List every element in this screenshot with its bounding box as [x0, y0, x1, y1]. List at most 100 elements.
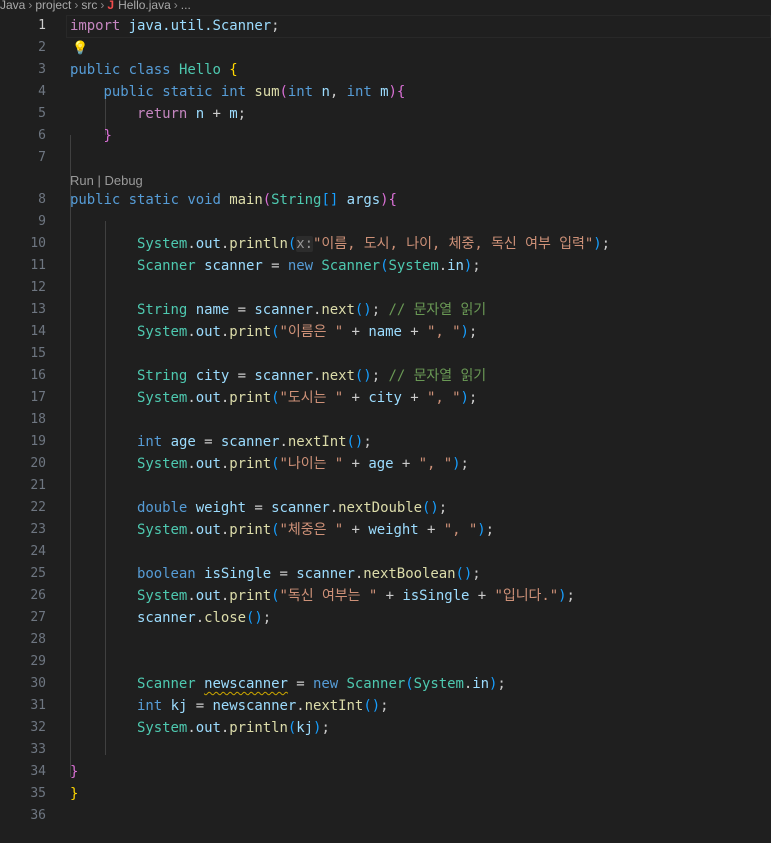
- code-token: public: [70, 62, 121, 78]
- line-number: 2: [38, 40, 46, 55]
- code-line: 32 System.out.println(kj);: [0, 717, 771, 739]
- breadcrumb-src[interactable]: src: [81, 0, 97, 11]
- code-token: in: [472, 676, 490, 692]
- code-token: System: [137, 236, 188, 252]
- inlay-hint: x:: [296, 236, 314, 252]
- code-line: 36: [0, 805, 771, 827]
- lightbulb-icon[interactable]: 💡: [72, 41, 88, 56]
- code-token: int: [137, 434, 163, 450]
- code-line: 35 }: [0, 783, 771, 805]
- code-token: next: [321, 302, 355, 318]
- line-number: 27: [30, 610, 46, 625]
- code-line: 16 String city = scanner.next(); // 문자열 …: [0, 365, 771, 387]
- code-token: scanner: [296, 566, 355, 582]
- code-token: System: [137, 522, 188, 538]
- debug-codelens[interactable]: Debug: [104, 173, 142, 188]
- breadcrumb-java[interactable]: Java: [0, 0, 25, 11]
- code-token: weight: [368, 522, 419, 538]
- code-token: public: [70, 192, 121, 208]
- code-token: m: [229, 106, 238, 122]
- warning-squiggle[interactable]: newscanner: [204, 676, 288, 692]
- line-number: 25: [30, 566, 46, 581]
- code-line: 27 scanner.close();: [0, 607, 771, 629]
- code-comment: // 문자열 읽기: [388, 302, 487, 318]
- code-editor[interactable]: 1 import java.util.Scanner; 2 💡 3 public…: [0, 15, 771, 827]
- breadcrumb-more[interactable]: ...: [181, 0, 191, 11]
- code-token: Scanner: [137, 676, 196, 692]
- code-token: next: [321, 368, 355, 384]
- line-number: 34: [30, 764, 46, 779]
- code-token: print: [229, 324, 272, 340]
- code-token: scanner: [271, 500, 330, 516]
- code-token: "도시는 ": [279, 390, 344, 406]
- code-token: Hello: [178, 62, 221, 78]
- code-token: System: [137, 588, 188, 604]
- code-token: String: [271, 192, 322, 208]
- code-token: ", ": [418, 456, 453, 472]
- line-number: 1: [38, 18, 46, 33]
- line-number: 8: [38, 192, 46, 207]
- code-token: static: [162, 84, 213, 100]
- line-number: 16: [30, 368, 46, 383]
- code-token: static: [128, 192, 179, 208]
- code-line: 15: [0, 343, 771, 365]
- line-number: 31: [30, 698, 46, 713]
- code-token: scanner: [137, 610, 196, 626]
- code-line: 20 System.out.print("나이는 " + age + ", ")…: [0, 453, 771, 475]
- code-token: return: [137, 106, 188, 122]
- code-token: city: [195, 368, 230, 384]
- line-number: 7: [38, 150, 46, 165]
- line-number: 17: [30, 390, 46, 405]
- code-token: out: [195, 324, 221, 340]
- line-number: 35: [30, 786, 46, 801]
- line-number: 22: [30, 500, 46, 515]
- breadcrumb: Java › project › src › J Hello.java ›...: [0, 0, 771, 13]
- line-number: 3: [38, 62, 46, 77]
- breadcrumb-file[interactable]: Hello.java: [118, 0, 171, 11]
- code-token: String: [137, 368, 188, 384]
- code-token: isSingle: [204, 566, 272, 582]
- code-token: ;: [271, 18, 280, 34]
- code-token: age: [368, 456, 394, 472]
- code-token: println: [229, 236, 288, 252]
- line-number: 21: [30, 478, 46, 493]
- code-line: 5 return n + m;: [0, 103, 771, 125]
- code-token: weight: [195, 500, 246, 516]
- code-token: nextInt: [304, 698, 364, 714]
- line-number: 32: [30, 720, 46, 735]
- code-line: 17 System.out.print("도시는 " + city + ", "…: [0, 387, 771, 409]
- code-token: city: [368, 390, 402, 406]
- code-token: System: [388, 258, 439, 274]
- code-token: new: [313, 676, 339, 692]
- code-token: age: [170, 434, 196, 450]
- code-token: int: [137, 698, 163, 714]
- code-line: 34 }: [0, 761, 771, 783]
- run-codelens[interactable]: Run: [70, 173, 94, 188]
- code-line: 9: [0, 211, 771, 233]
- line-number: 33: [30, 742, 46, 757]
- line-number: 9: [38, 214, 46, 229]
- code-token: n: [321, 84, 330, 100]
- code-line: 7: [0, 147, 771, 169]
- code-token: print: [229, 522, 272, 538]
- code-token: scanner: [254, 302, 314, 318]
- code-token: println: [229, 720, 288, 736]
- line-number: 36: [30, 808, 46, 823]
- code-token: import: [70, 18, 121, 34]
- code-token: "입니다.": [494, 588, 559, 604]
- code-token: scanner: [254, 368, 314, 384]
- code-token: print: [229, 456, 272, 472]
- chevron-right-icon: ›: [28, 0, 33, 12]
- line-number: 14: [30, 324, 46, 339]
- code-token: out: [195, 390, 221, 406]
- line-number: 24: [30, 544, 46, 559]
- code-token: out: [195, 456, 221, 472]
- line-number: 26: [30, 588, 46, 603]
- code-token: newscanner: [212, 698, 297, 714]
- code-token: nextInt: [287, 434, 347, 450]
- codelens: Run | Debug: [0, 169, 771, 189]
- code-token: out: [195, 720, 221, 736]
- code-line: 3 public class Hello {: [0, 59, 771, 81]
- line-number: 6: [38, 128, 46, 143]
- breadcrumb-project[interactable]: project: [35, 0, 71, 11]
